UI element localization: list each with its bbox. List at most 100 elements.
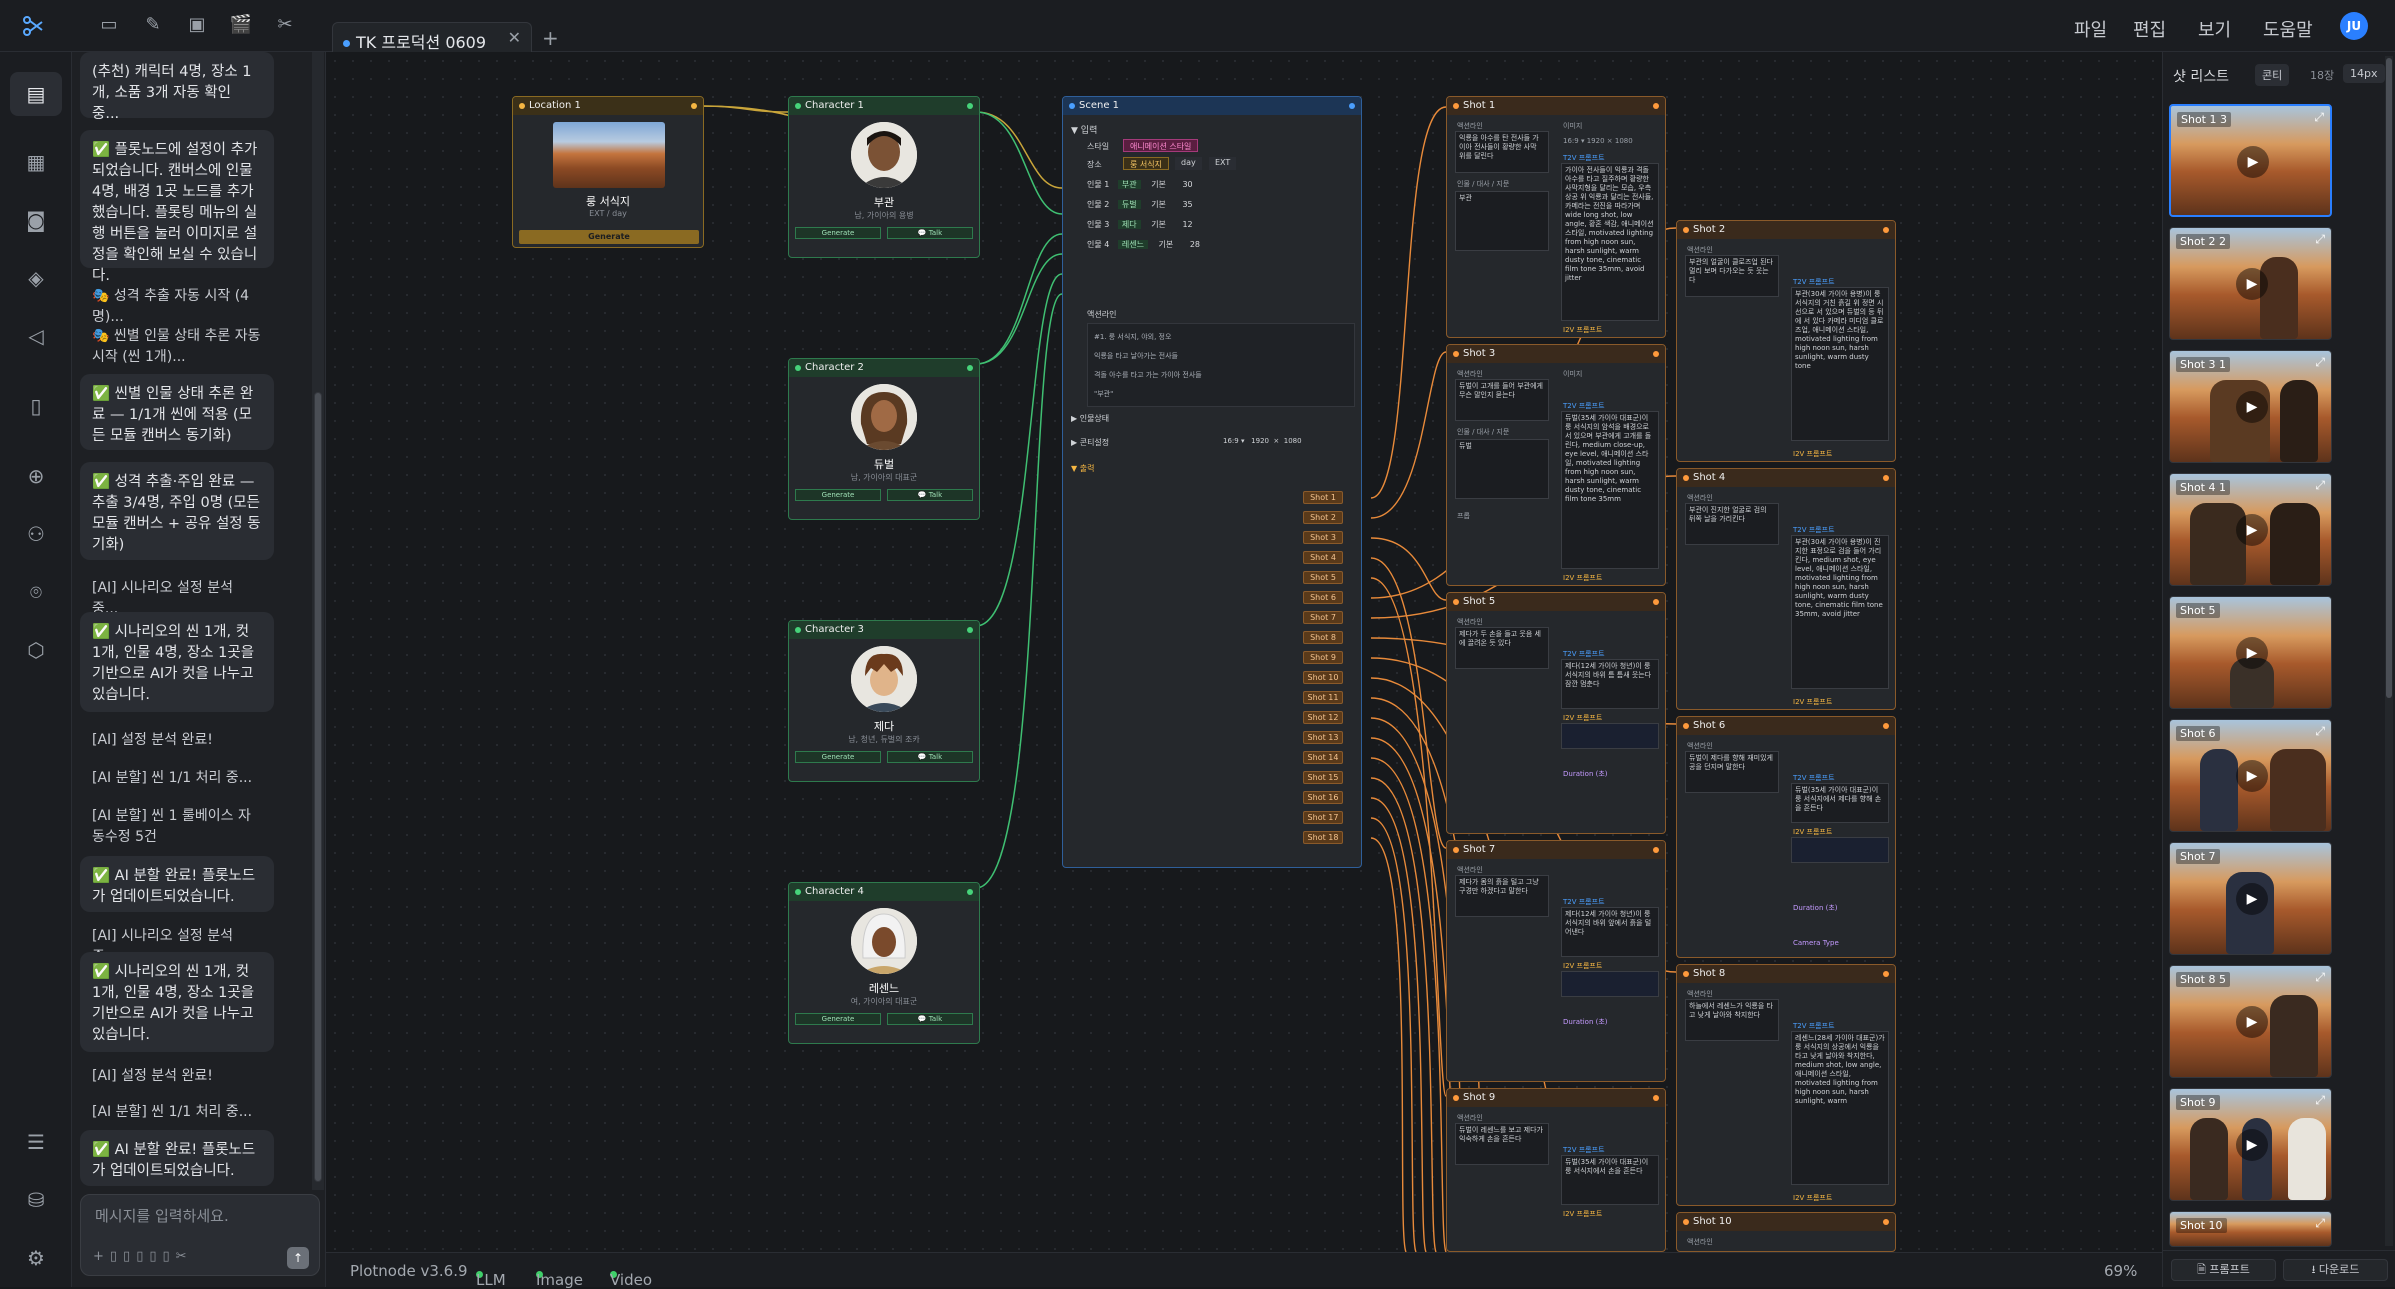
play-icon[interactable]: ▶ bbox=[2236, 391, 2268, 423]
size-select[interactable]: 14px bbox=[2343, 64, 2385, 83]
person-state[interactable]: 기본 bbox=[1159, 240, 1174, 249]
height-field[interactable]: 1080 bbox=[1284, 437, 1302, 445]
shot-node-2[interactable]: Shot 2 액션라인 부관의 얼굴이 클로즈업 된다 멀리 보며 다가오는 듯… bbox=[1676, 220, 1896, 462]
node-input-port[interactable] bbox=[1453, 1095, 1459, 1101]
shot-output-button[interactable]: Shot 14 bbox=[1303, 751, 1343, 764]
node-input-port[interactable] bbox=[1683, 475, 1689, 481]
chat-icon[interactable]: ▤ bbox=[10, 72, 62, 116]
t2v-prompt-field[interactable]: 제다(12세 가이아 청년)이 룽 서식지의 바위 틈 틈새 웃는다 잠깐 멈춘… bbox=[1561, 659, 1659, 709]
add-circle-icon[interactable]: ⊕ bbox=[22, 464, 50, 492]
shot-output-button[interactable]: Shot 1 bbox=[1303, 491, 1343, 504]
play-icon[interactable]: ▶ bbox=[2236, 760, 2268, 792]
app-logo-icon[interactable] bbox=[22, 14, 50, 38]
character-node-header[interactable]: Character 2 bbox=[789, 359, 979, 377]
node-output-port[interactable] bbox=[1883, 475, 1889, 481]
expand-icon[interactable]: ⤢ bbox=[2315, 1216, 2325, 1231]
shot-output-button[interactable]: Shot 3 bbox=[1303, 531, 1343, 544]
shot-node-header[interactable]: Shot 8 bbox=[1677, 965, 1895, 983]
character-node-header[interactable]: Character 1 bbox=[789, 97, 979, 115]
shot-thumbnail[interactable]: Shot 9 ⤢ ▶ bbox=[2169, 1088, 2332, 1201]
expand-icon[interactable]: ⤢ bbox=[2315, 970, 2325, 985]
node-input-port[interactable] bbox=[1453, 351, 1459, 357]
play-icon[interactable]: ▶ bbox=[2236, 1129, 2268, 1161]
scene-node[interactable]: Scene 1 ▼ 입력 스타일 애니메이션 스타일 장소 룽 서식지 day … bbox=[1062, 96, 1362, 868]
play-icon[interactable]: ▶ bbox=[2236, 268, 2268, 300]
shot-thumbnail[interactable]: Shot 8 5 ⤢ ▶ bbox=[2169, 965, 2332, 1078]
shot-output-button[interactable]: Shot 4 bbox=[1303, 551, 1343, 564]
node-canvas[interactable]: Location 1 룽 서식지 EXT / day Generate Char… bbox=[326, 52, 2162, 1252]
i2v-prompt-field[interactable] bbox=[1561, 971, 1659, 997]
shot-output-button[interactable]: Shot 13 bbox=[1303, 731, 1343, 744]
person-row-1[interactable]: 인물 1 부관 기본 30 bbox=[1087, 179, 1193, 190]
node-output-port[interactable] bbox=[1883, 227, 1889, 233]
play-icon[interactable]: ▶ bbox=[2237, 146, 2269, 178]
t2v-prompt-field[interactable]: 부관(30세 가이아 용병)이 룽 서식지의 거친 흙길 위 정면 시선으로 서… bbox=[1791, 287, 1889, 441]
shot-node-9[interactable]: Shot 9 액션라인 듀벌이 레센느를 보고 제다가 익숙하게 손을 흔든다 … bbox=[1446, 1088, 1666, 1252]
width-field[interactable]: 1920 bbox=[1587, 137, 1605, 145]
chat-scrollbar[interactable] bbox=[312, 52, 324, 1190]
node-input-port[interactable] bbox=[795, 889, 801, 895]
shot-action-field[interactable]: 하늘에서 레센느가 익룡을 타고 낮게 날아와 착지한다 bbox=[1685, 999, 1779, 1041]
shot-node-header[interactable]: Shot 10 bbox=[1677, 1213, 1895, 1231]
talk-button[interactable]: 💬 Talk bbox=[887, 489, 973, 501]
database-icon[interactable]: ⛁ bbox=[22, 1188, 50, 1216]
person-chip[interactable]: 부관 bbox=[1117, 180, 1141, 189]
menu-file[interactable]: 파일 bbox=[2074, 16, 2107, 42]
shot-output-button[interactable]: Shot 17 bbox=[1303, 811, 1343, 824]
node-input-port[interactable] bbox=[795, 627, 801, 633]
expand-icon[interactable]: ⤢ bbox=[2314, 110, 2324, 125]
play-icon[interactable]: ▶ bbox=[2236, 637, 2268, 669]
t2v-prompt-field[interactable]: 가이아 전사들이 익룡과 격돌 아수를 타고 질주하며 황량한 사막지형을 달리… bbox=[1561, 163, 1659, 321]
action-lines-box[interactable]: #1. 룽 서식지, 야외, 정오 익룡을 타고 날아가는 전사들 격돌 아수를… bbox=[1087, 323, 1355, 407]
aspect-select[interactable]: 16:9 bbox=[1563, 137, 1579, 145]
node-input-port[interactable] bbox=[1683, 971, 1689, 977]
play-icon[interactable]: ▶ bbox=[2236, 1006, 2268, 1038]
document-icon[interactable]: ▯ bbox=[22, 394, 50, 422]
shot-node-5[interactable]: Shot 5 액션라인 제다가 두 손을 들고 웃음 세에 끌려온 듯 있다 T… bbox=[1446, 592, 1666, 834]
style-chip[interactable]: 애니메이션 스타일 bbox=[1123, 139, 1199, 152]
scroll-thumb[interactable] bbox=[2386, 58, 2392, 698]
t2v-prompt-field[interactable]: 부관(30세 가이아 용병)이 진지한 표정으로 검을 들어 가리킨다, med… bbox=[1791, 535, 1889, 689]
generate-button[interactable]: Generate bbox=[795, 1013, 881, 1025]
shot-output-button[interactable]: Shot 16 bbox=[1303, 791, 1343, 804]
talk-button[interactable]: 💬 Talk bbox=[887, 227, 973, 239]
location-generate-button[interactable]: Generate bbox=[519, 230, 699, 244]
node-input-port[interactable] bbox=[519, 103, 525, 109]
shot-thumbnail[interactable]: Shot 3 1 ⤢ ▶ bbox=[2169, 350, 2332, 463]
shot-node-10[interactable]: Shot 10 액션라인 bbox=[1676, 1212, 1896, 1252]
shot-node-header[interactable]: Shot 5 bbox=[1447, 593, 1665, 611]
shot-node-header[interactable]: Shot 3 bbox=[1447, 345, 1665, 363]
person-row-2[interactable]: 인물 2 듀벌 기본 35 bbox=[1087, 199, 1193, 210]
tab-project[interactable]: TK 프로덕션 0609 T2V ✕ bbox=[332, 22, 532, 72]
menu-edit[interactable]: 편집 bbox=[2133, 16, 2166, 42]
attachment-icons[interactable]: +▯▯▯▯▯✂ bbox=[93, 1249, 193, 1264]
expand-icon[interactable]: ⤢ bbox=[2315, 1093, 2325, 1108]
shot-output-button[interactable]: Shot 2 bbox=[1303, 511, 1343, 524]
width-field[interactable]: 1920 bbox=[1251, 437, 1269, 445]
node-output-port[interactable] bbox=[967, 103, 973, 109]
message-icon[interactable]: ☰ bbox=[22, 1130, 50, 1158]
node-input-port[interactable] bbox=[795, 103, 801, 109]
conti-toggle[interactable]: ▶ 콘티설정 bbox=[1071, 437, 1109, 448]
cast-field[interactable]: 부관 bbox=[1455, 191, 1549, 251]
add-tab-button[interactable]: + bbox=[542, 26, 559, 50]
height-field[interactable]: 1080 bbox=[1615, 137, 1633, 145]
person-chip[interactable]: 레센느 bbox=[1117, 240, 1148, 249]
place-chip[interactable]: 룽 서식지 bbox=[1123, 157, 1169, 170]
talk-button[interactable]: 💬 Talk bbox=[887, 1013, 973, 1025]
shot-node-header[interactable]: Shot 7 bbox=[1447, 841, 1665, 859]
i2v-prompt-field[interactable] bbox=[1561, 723, 1659, 749]
shot-node-header[interactable]: Shot 1 bbox=[1447, 97, 1665, 115]
size-row[interactable]: 16:9 ▾ 1920 × 1080 bbox=[1563, 137, 1633, 145]
shot-output-button[interactable]: Shot 18 bbox=[1303, 831, 1343, 844]
shot-action-field[interactable]: 듀벌이 고개를 들어 부관에게 무슨 말인지 묻는다 bbox=[1455, 379, 1549, 421]
tab-conti[interactable]: 콘티 bbox=[2255, 64, 2290, 86]
node-input-port[interactable] bbox=[1683, 1219, 1689, 1225]
shot-output-button[interactable]: Shot 10 bbox=[1303, 671, 1343, 684]
person-state[interactable]: 기본 bbox=[1151, 200, 1166, 209]
person-age[interactable]: 35 bbox=[1182, 200, 1192, 209]
expand-icon[interactable]: ⤢ bbox=[2315, 232, 2325, 247]
shot-action-field[interactable]: 부관이 진지한 얼굴로 검의 뒤쪽 날을 가리킨다 bbox=[1685, 503, 1779, 545]
scene-node-header[interactable]: Scene 1 bbox=[1063, 97, 1361, 115]
node-output-port[interactable] bbox=[691, 103, 697, 109]
